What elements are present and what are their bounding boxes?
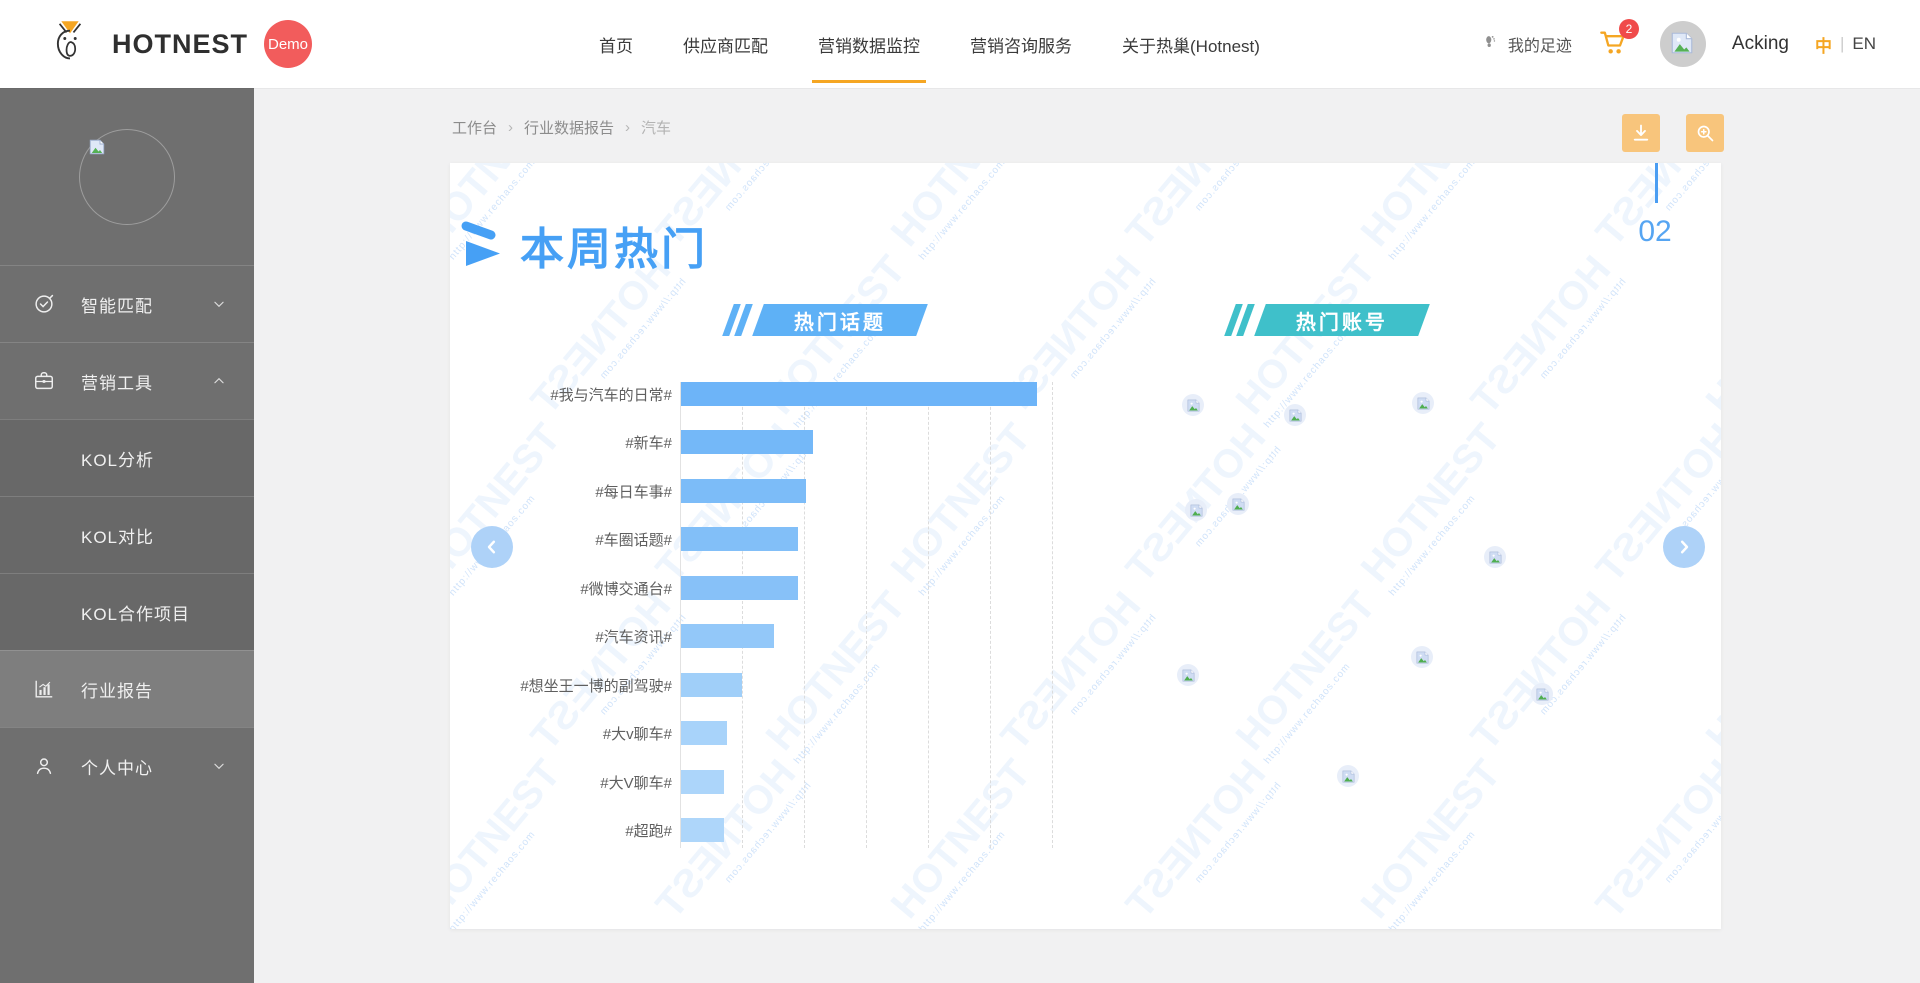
sidebar-menu: 智能匹配 营销工具 KOL分析 KOL对比 KOL合作项目 行业报告 个人中心 bbox=[0, 265, 254, 804]
accounts-scatter bbox=[450, 163, 1721, 929]
accounts-section-ribbon: 热门账号 bbox=[1224, 304, 1430, 336]
username-label[interactable]: Acking bbox=[1732, 33, 1789, 55]
breadcrumb: 工作台 › 行业数据报告 › 汽车 bbox=[452, 117, 671, 138]
nav-item-supplier-match[interactable]: 供应商匹配 bbox=[681, 26, 770, 63]
footprint-icon bbox=[1482, 32, 1500, 57]
topbar: HOTNEST Demo 首页 供应商匹配 营销数据监控 营销咨询服务 关于热巢… bbox=[0, 0, 1920, 88]
lang-en-option[interactable]: EN bbox=[1852, 34, 1876, 54]
report-card: HOTNESThttp://www.rechaos.comHOTNESThttp… bbox=[450, 163, 1721, 929]
nav-item-consulting[interactable]: 营销咨询服务 bbox=[968, 26, 1074, 63]
sidebar-item-label: 个人中心 bbox=[81, 758, 153, 778]
page-number: 02 bbox=[1638, 215, 1672, 248]
cart-icon bbox=[1598, 30, 1628, 60]
play-arrow-icon bbox=[458, 219, 504, 272]
sidebar-item-smart-match[interactable]: 智能匹配 bbox=[0, 265, 254, 342]
nav-item-home[interactable]: 首页 bbox=[597, 26, 635, 63]
sidebar-logo-placeholder bbox=[0, 88, 254, 265]
cart-button[interactable]: 2 bbox=[1598, 18, 1639, 61]
slide-title: 本周热门 bbox=[520, 225, 708, 274]
sidebar-item-personal-center[interactable]: 个人中心 bbox=[0, 727, 254, 804]
bar-chart-icon bbox=[33, 678, 57, 700]
account-avatar[interactable] bbox=[1182, 394, 1204, 416]
topbar-right: 我的足迹 2 Acking 中 | EN bbox=[1482, 18, 1876, 67]
sidebar-item-label: 智能匹配 bbox=[81, 296, 153, 316]
breadcrumb-current-auto: 汽车 bbox=[641, 120, 672, 137]
cart-count-badge: 2 bbox=[1618, 18, 1639, 39]
topics-section-ribbon: 热门话题 bbox=[722, 304, 928, 336]
chevron-up-icon bbox=[212, 374, 226, 388]
download-report-button[interactable] bbox=[1622, 114, 1660, 152]
fullscreen-zoom-button[interactable] bbox=[1686, 114, 1724, 152]
sidebar-item-industry-reports[interactable]: 行业报告 bbox=[0, 650, 254, 727]
next-slide-button[interactable] bbox=[1663, 526, 1705, 568]
download-icon bbox=[1633, 124, 1649, 141]
sidebar-logo-circle bbox=[79, 128, 175, 225]
zoom-in-icon bbox=[1697, 125, 1714, 142]
sidebar-item-label: KOL分析 bbox=[81, 450, 155, 470]
sidebar-item-label: KOL对比 bbox=[81, 527, 155, 547]
account-avatar[interactable] bbox=[1227, 493, 1249, 515]
broken-image-icon bbox=[89, 139, 105, 154]
broken-image-icon bbox=[1671, 32, 1693, 54]
user-icon bbox=[33, 755, 57, 777]
brand-name: HOTNEST bbox=[112, 28, 249, 59]
chevron-right-icon bbox=[1680, 540, 1689, 554]
sidebar-item-kol-compare[interactable]: KOL对比 bbox=[0, 496, 254, 573]
account-avatar[interactable] bbox=[1337, 765, 1359, 787]
breadcrumb-separator: › bbox=[508, 119, 514, 136]
main-content: 工作台 › 行业数据报告 › 汽车 HOTNEST http://www.rech… bbox=[254, 88, 1920, 983]
my-footprints-link[interactable]: 我的足迹 bbox=[1482, 32, 1572, 57]
target-icon bbox=[33, 293, 57, 315]
breadcrumb-industry-reports[interactable]: 行业数据报告 bbox=[524, 117, 614, 138]
sidebar-item-label: KOL合作项目 bbox=[81, 604, 191, 624]
sidebar-item-label: 行业报告 bbox=[81, 681, 153, 701]
lang-divider: | bbox=[1839, 34, 1845, 53]
user-avatar[interactable] bbox=[1659, 21, 1706, 67]
language-switcher: 中 | EN bbox=[1815, 32, 1876, 57]
sidebar-item-marketing-tools[interactable]: 营销工具 bbox=[0, 342, 254, 419]
nav-item-about[interactable]: 关于热巢(Hotnest) bbox=[1120, 26, 1262, 63]
chevron-left-icon bbox=[487, 540, 496, 554]
demo-badge: Demo bbox=[264, 20, 313, 68]
account-avatar[interactable] bbox=[1412, 392, 1434, 414]
account-avatar[interactable] bbox=[1484, 546, 1506, 568]
accounts-section-label: 热门账号 bbox=[1296, 311, 1388, 334]
owl-logo-icon bbox=[44, 16, 96, 73]
main-nav: 首页 供应商匹配 营销数据监控 营销咨询服务 关于热巢(Hotnest) bbox=[597, 26, 1262, 83]
chevron-down-icon bbox=[212, 297, 226, 311]
breadcrumb-separator: › bbox=[625, 119, 631, 136]
sidebar-item-kol-analysis[interactable]: KOL分析 bbox=[0, 419, 254, 496]
breadcrumb-workbench[interactable]: 工作台 bbox=[452, 117, 497, 138]
slide-title-row: 本周热门 bbox=[458, 213, 708, 277]
brand-logo[interactable]: HOTNEST Demo bbox=[44, 16, 429, 73]
sidebar: 智能匹配 营销工具 KOL分析 KOL对比 KOL合作项目 行业报告 个人中心 bbox=[0, 88, 254, 983]
account-avatar[interactable] bbox=[1177, 664, 1199, 686]
account-avatar[interactable] bbox=[1531, 683, 1553, 705]
lang-zh-option[interactable]: 中 bbox=[1815, 32, 1832, 57]
chevron-down-icon bbox=[212, 759, 226, 773]
my-footprints-label: 我的足迹 bbox=[1507, 38, 1572, 55]
sidebar-item-kol-projects[interactable]: KOL合作项目 bbox=[0, 573, 254, 650]
topics-section-label: 热门话题 bbox=[794, 311, 886, 334]
briefcase-icon bbox=[33, 370, 57, 392]
sidebar-item-label: 营销工具 bbox=[81, 373, 153, 393]
account-avatar[interactable] bbox=[1185, 499, 1207, 521]
account-avatar[interactable] bbox=[1411, 646, 1433, 668]
nav-item-marketing-data[interactable]: 营销数据监控 bbox=[812, 26, 926, 83]
page-number-line bbox=[1655, 163, 1658, 203]
account-avatar[interactable] bbox=[1284, 404, 1306, 426]
previous-slide-button[interactable] bbox=[471, 526, 513, 568]
